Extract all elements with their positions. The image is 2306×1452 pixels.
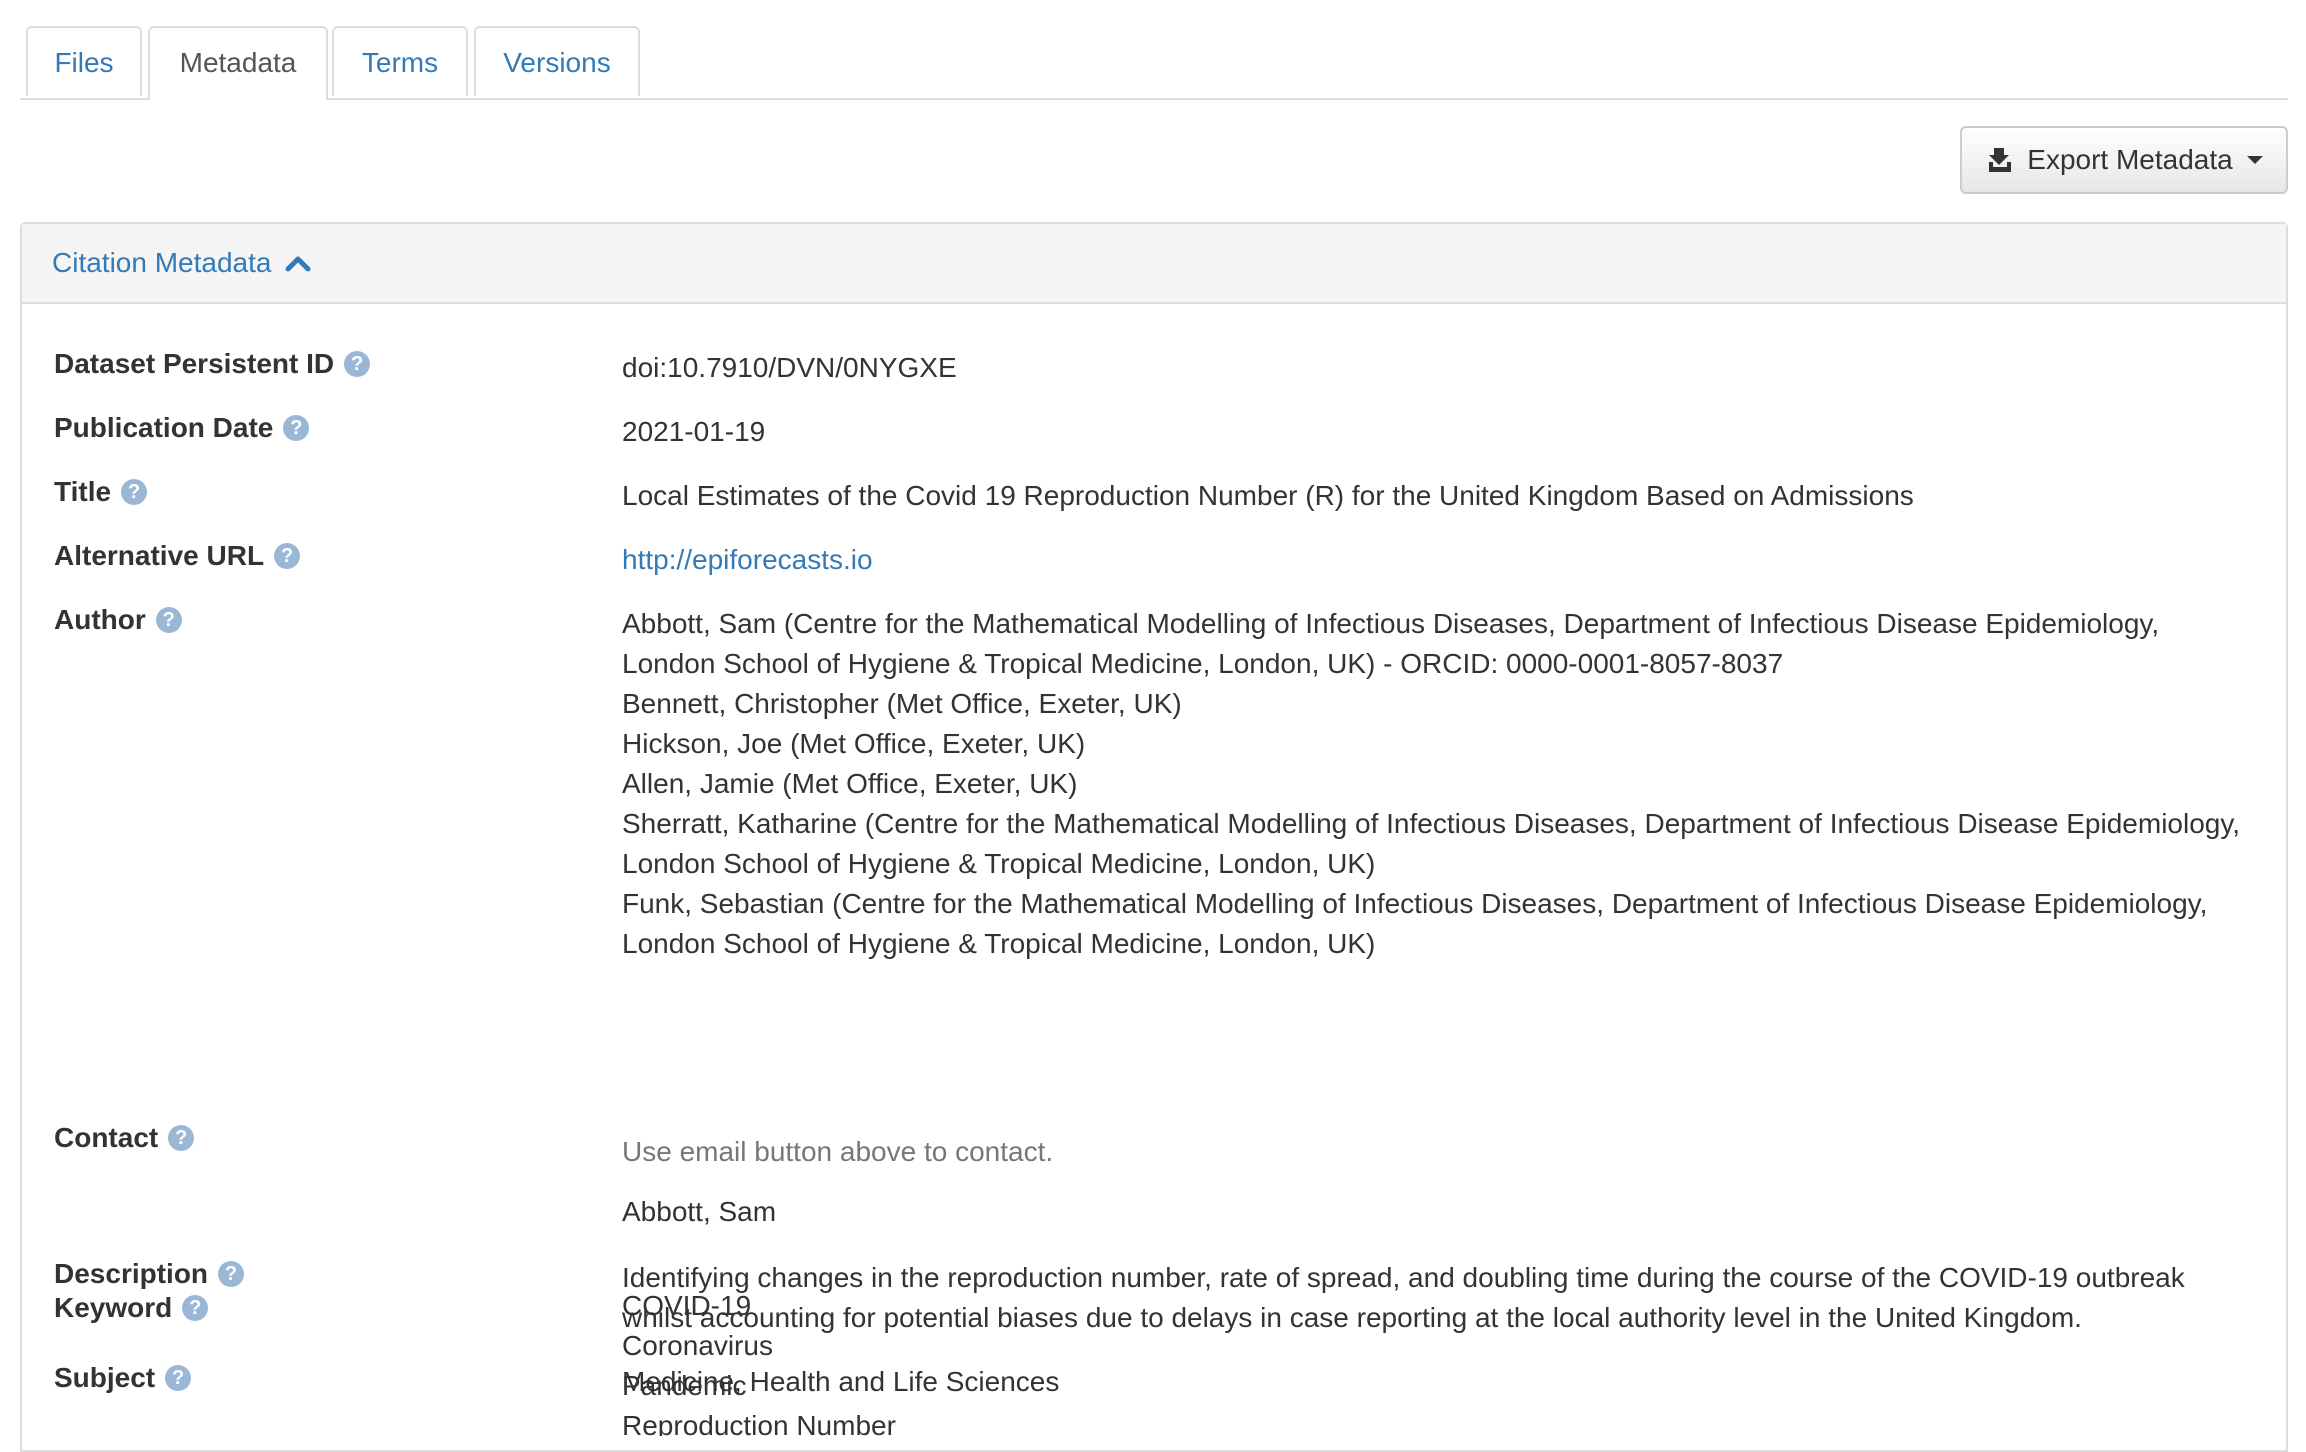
publication-date-label: Publication Date [54,412,274,443]
export-metadata-button[interactable]: Export Metadata [1960,126,2288,194]
tab-bar: Files Metadata Terms Versions [20,26,2288,100]
question-circle-icon[interactable]: ? [274,543,301,569]
keyword-item: Coronavirus [622,1330,773,1361]
title-label: Title [54,476,112,507]
field-label: Title ? [54,476,148,508]
alternative-url-value: http://epiforecasts.io [622,540,2272,580]
question-circle-icon[interactable]: ? [121,479,148,505]
contact-label: Contact [54,1122,159,1153]
field-label: Keyword ? [54,1292,209,1324]
author-label: Author [54,604,146,635]
question-circle-icon[interactable]: ? [168,1125,195,1151]
publication-date-value: 2021-01-19 [622,416,766,447]
export-icon [1985,145,2015,175]
citation-metadata-panel: Citation Metadata Dataset Persistent ID … [20,222,2288,1452]
title-value: Local Estimates of the Covid 19 Reproduc… [622,480,1914,511]
tab-terms[interactable]: Terms [332,26,468,96]
question-circle-icon[interactable]: ? [344,351,371,377]
keyword-item: Pandemic [622,1370,747,1401]
caret-down-icon [2246,156,2263,164]
keyword-label: Keyword [54,1292,173,1323]
tab-files[interactable]: Files [26,26,142,96]
persistent-id-label: Dataset Persistent ID [54,348,335,379]
author-line: Bennett, Christopher (Met Office, Exeter… [622,688,1182,719]
alternative-url-link[interactable]: http://epiforecasts.io [622,544,873,575]
export-metadata-label: Export Metadata [2027,144,2233,175]
field-keyword: Keyword ? COVID-19 Coronavirus Pandemic … [20,1286,2288,1436]
field-label: Author ? [54,604,182,636]
chevron-up-icon [285,253,311,273]
question-circle-icon[interactable]: ? [218,1261,245,1287]
keyword-value: COVID-19 Coronavirus Pandemic Reproducti… [622,1286,2272,1436]
keyword-item: COVID-19 [622,1290,752,1321]
contact-name: Abbott, Sam [622,1196,777,1227]
author-line: Allen, Jamie (Met Office, Exeter, UK) [622,768,1078,799]
contact-value: Use email button above to contact. Abbot… [622,1132,2272,1232]
persistent-id-value: doi:10.7910/DVN/0NYGXE [622,352,957,383]
question-circle-icon[interactable]: ? [182,1295,209,1321]
author-line: London School of Hygiene & Tropical Medi… [622,928,1376,959]
panel-title: Citation Metadata [52,247,272,278]
author-line: Hickson, Joe (Met Office, Exeter, UK) [622,728,1086,759]
question-circle-icon[interactable]: ? [155,607,182,633]
author-line: London School of Hygiene & Tropical Medi… [622,848,1376,879]
tab-metadata[interactable]: Metadata [148,26,328,100]
tab-versions[interactable]: Versions [474,26,640,96]
author-line: Abbott, Sam (Centre for the Mathematical… [622,608,2160,639]
author-line: Funk, Sebastian (Centre for the Mathemat… [622,888,2208,919]
alternative-url-label: Alternative URL [54,540,265,571]
author-value: Abbott, Sam (Centre for the Mathematical… [622,604,2272,964]
author-line: Sherratt, Katharine (Centre for the Math… [622,808,2241,839]
author-line: London School of Hygiene & Tropical Medi… [622,648,1784,679]
field-label: Alternative URL ? [54,540,301,572]
keyword-item: Reproduction Number [622,1410,896,1436]
field-label: Contact ? [54,1122,195,1154]
contact-note: Use email button above to contact. [622,1136,1054,1167]
panel-heading: Citation Metadata [22,224,2286,304]
field-label: Dataset Persistent ID ? [54,348,371,380]
question-circle-icon[interactable]: ? [283,415,310,441]
citation-metadata-toggle[interactable]: Citation Metadata [52,247,311,279]
field-label: Publication Date ? [54,412,310,444]
